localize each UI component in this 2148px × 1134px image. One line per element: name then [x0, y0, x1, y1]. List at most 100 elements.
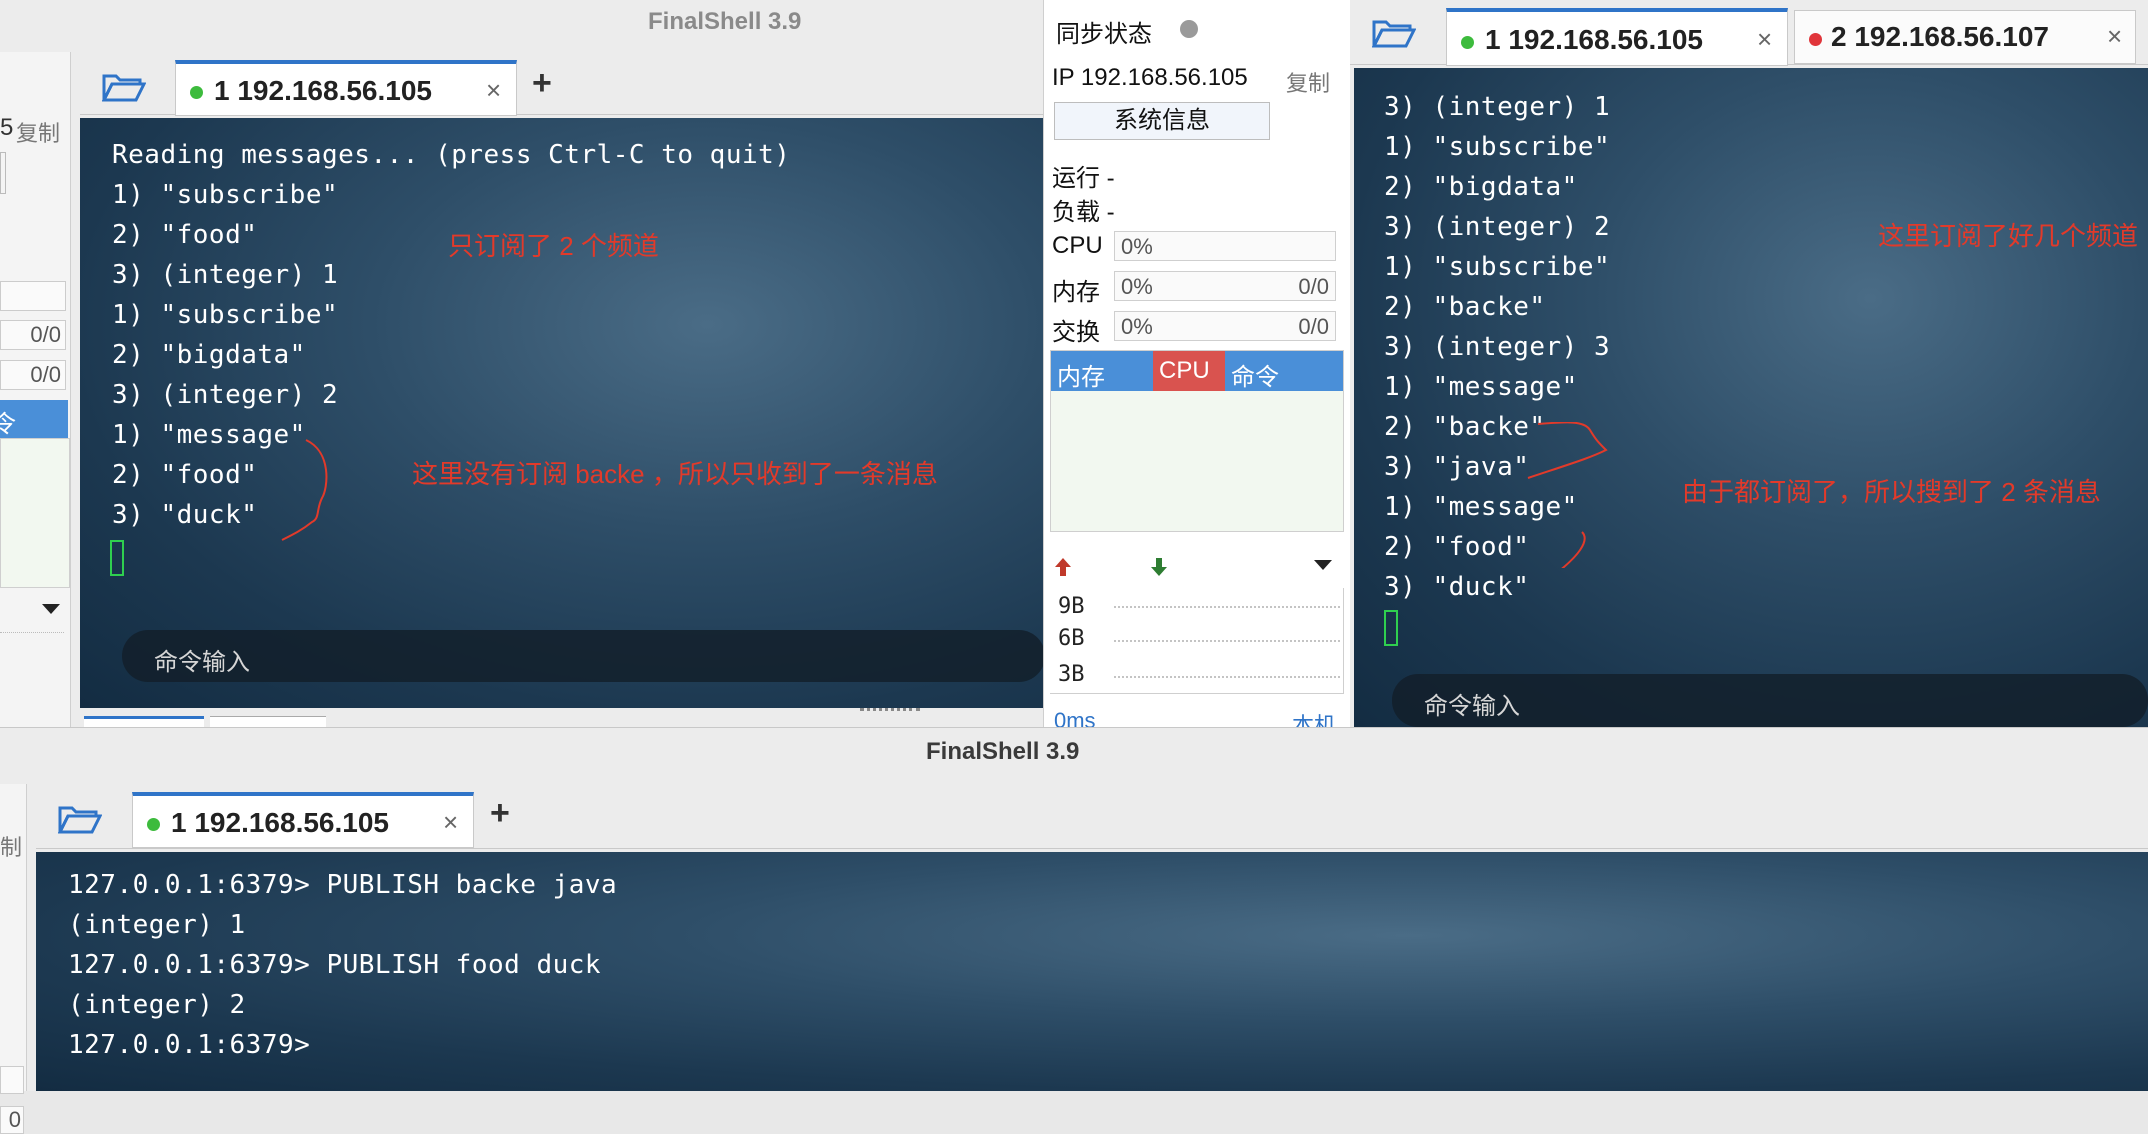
folder-icon[interactable]	[57, 802, 103, 841]
gridline	[1114, 606, 1340, 608]
terminal-line: 3) "java"	[1384, 452, 1530, 482]
close-icon[interactable]: ×	[443, 807, 458, 838]
terminal[interactable]: 127.0.0.1:6379> PUBLISH backe java (integ…	[36, 852, 2148, 1091]
terminal-line: Reading messages... (press Ctrl-C to qui…	[112, 140, 791, 170]
terminal-line: (integer) 2	[68, 990, 246, 1020]
terminal-line: 2) "food"	[112, 460, 258, 490]
gridline	[1114, 640, 1340, 642]
close-icon[interactable]: ×	[2107, 21, 2122, 52]
sidebar: 制 0	[0, 784, 27, 1134]
tab-label: 2 192.168.56.107	[1831, 21, 2049, 52]
sidebar: 5 复制 0/0 0/0 令	[0, 52, 71, 728]
scale-label: 9B	[1058, 594, 1085, 619]
tab-label: 1 192.168.56.105	[214, 75, 432, 106]
network-graph: 9B 6B 3B	[1050, 588, 1344, 694]
terminal-line: 2) "food"	[112, 220, 258, 250]
terminal-line: 3) (integer) 2	[112, 380, 339, 410]
cpu-usage-bar: 0%	[1114, 231, 1336, 261]
host-label: 本机	[1292, 713, 1337, 727]
memory-label: 内存	[1052, 279, 1100, 306]
terminal-line: 2) "food"	[1384, 532, 1530, 562]
latency-label: 0ms	[1054, 708, 1096, 727]
annotation-note: 这里订阅了好几个频道	[1878, 221, 2139, 251]
status-dot	[147, 818, 160, 831]
tab-session-1[interactable]: 1 192.168.56.105 ×	[132, 792, 474, 848]
terminal-line: 1) "subscribe"	[112, 300, 339, 330]
status-dot	[1461, 36, 1474, 49]
copy-link[interactable]: 复制	[1286, 66, 1330, 98]
terminal-line: 3) (integer) 2	[1384, 212, 1611, 242]
terminal-line: 1) "subscribe"	[1384, 252, 1611, 282]
status-dot	[190, 86, 203, 99]
annotation-bracket	[1527, 422, 1608, 568]
window-title: FinalShell 3.9	[648, 8, 802, 35]
upload-arrow-icon	[1052, 556, 1074, 583]
column-header-cpu[interactable]: CPU	[1153, 351, 1225, 391]
status-dot	[1809, 33, 1822, 46]
terminal-line: 127.0.0.1:6379>	[68, 1030, 311, 1060]
load-label: 负载 -	[1052, 199, 1115, 226]
sync-status-label: 同步状态	[1056, 21, 1152, 48]
terminal-line: (integer) 1	[68, 910, 246, 940]
terminal-line: 1) "subscribe"	[1384, 132, 1611, 162]
cpu-label: CPU	[1052, 232, 1103, 259]
terminal[interactable]: 3) (integer) 1 1) "subscribe" 2) "bigdata"…	[1354, 68, 2148, 727]
terminal-line: 3) "duck"	[112, 500, 258, 530]
terminal-line: 2) "backe"	[1384, 292, 1546, 322]
annotation-note: 由于都订阅了，所以搜到了 2 条消息	[1682, 477, 2101, 507]
status-panel: 同步状态 IP 192.168.56.105 复制 系统信息 运行 - 负载 -…	[1043, 0, 1353, 727]
annotation-note: 这里没有订阅 backe ，所以只收到了一条消息	[412, 459, 938, 489]
add-tab-button[interactable]: +	[490, 794, 510, 833]
swap-usage-bar: 0% 0/0	[1114, 311, 1336, 341]
terminal-line: 2) "bigdata"	[112, 340, 306, 370]
resize-handle[interactable]	[860, 708, 920, 715]
gridline	[1114, 676, 1340, 678]
add-tab-button[interactable]: +	[532, 64, 552, 103]
tab-bar: 1 192.168.56.105 × +	[80, 52, 1045, 116]
sysinfo-button[interactable]: 系统信息	[1054, 102, 1270, 140]
terminal-cursor	[1384, 610, 1398, 646]
terminal-cursor	[110, 540, 124, 576]
sidebar-mem-bar: 0/0	[0, 320, 66, 350]
terminal-line: 3) (integer) 1	[1384, 92, 1611, 122]
terminal-line: 127.0.0.1:6379> PUBLISH backe java	[68, 870, 618, 900]
close-icon[interactable]: ×	[486, 75, 501, 106]
terminal-line: 1) "subscribe"	[112, 180, 339, 210]
tab-label: 1 192.168.56.105	[1485, 24, 1703, 55]
tab-label: 1 192.168.56.105	[171, 807, 389, 838]
copy-link[interactable]: 复制	[16, 116, 60, 148]
copy-link[interactable]: 制	[0, 830, 22, 862]
command-input[interactable]: 命令输入	[122, 630, 1045, 682]
column-header-command[interactable]: 命令	[1225, 351, 1343, 391]
tab-bar: 1 192.168.56.105 × +	[36, 790, 2148, 849]
sidebar-swap-bar: 0/0	[0, 360, 66, 390]
running-label: 运行 -	[1052, 165, 1115, 192]
chevron-down-icon[interactable]	[42, 604, 60, 614]
annotation-bracket	[281, 439, 328, 541]
tab-bar: 1 192.168.56.105 × 2 192.168.56.107 ×	[1350, 0, 2148, 66]
tab-session-2[interactable]: 2 192.168.56.107 ×	[1794, 10, 2136, 64]
close-icon[interactable]: ×	[1757, 24, 1772, 55]
sync-status-dot	[1180, 20, 1198, 38]
terminal[interactable]: Reading messages... (press Ctrl-C to qui…	[80, 118, 1045, 708]
window-1: FinalShell 3.9 5 复制 0/0 0/0 令 1 192.168.…	[0, 0, 1045, 730]
sidebar-ip-fragment: 5	[0, 114, 14, 141]
sidebar-button-fragment[interactable]	[0, 152, 6, 194]
annotation-note: 只订阅了 2 个频道	[448, 231, 659, 261]
terminal-line: 1) "message"	[1384, 372, 1578, 402]
column-header-memory[interactable]: 内存	[1051, 351, 1153, 391]
terminal-line: 2) "backe"	[1384, 412, 1546, 442]
terminal-line: 2) "bigdata"	[1384, 172, 1578, 202]
sidebar-bar: 0	[0, 1106, 24, 1134]
tab-session-1[interactable]: 1 192.168.56.105 ×	[175, 60, 517, 116]
tab-session-1[interactable]: 1 192.168.56.105 ×	[1446, 8, 1788, 66]
command-input[interactable]: 命令输入	[1392, 674, 2148, 727]
terminal-line: 3) (integer) 1	[112, 260, 339, 290]
process-table: 内存 CPU 命令	[1050, 350, 1344, 532]
sidebar-cmd-header[interactable]: 令	[0, 400, 68, 438]
folder-icon[interactable]	[101, 70, 147, 109]
window-title: FinalShell 3.9	[926, 738, 1080, 765]
chevron-down-icon[interactable]	[1314, 560, 1332, 570]
scale-label: 3B	[1058, 662, 1085, 687]
folder-icon[interactable]	[1371, 16, 1417, 55]
